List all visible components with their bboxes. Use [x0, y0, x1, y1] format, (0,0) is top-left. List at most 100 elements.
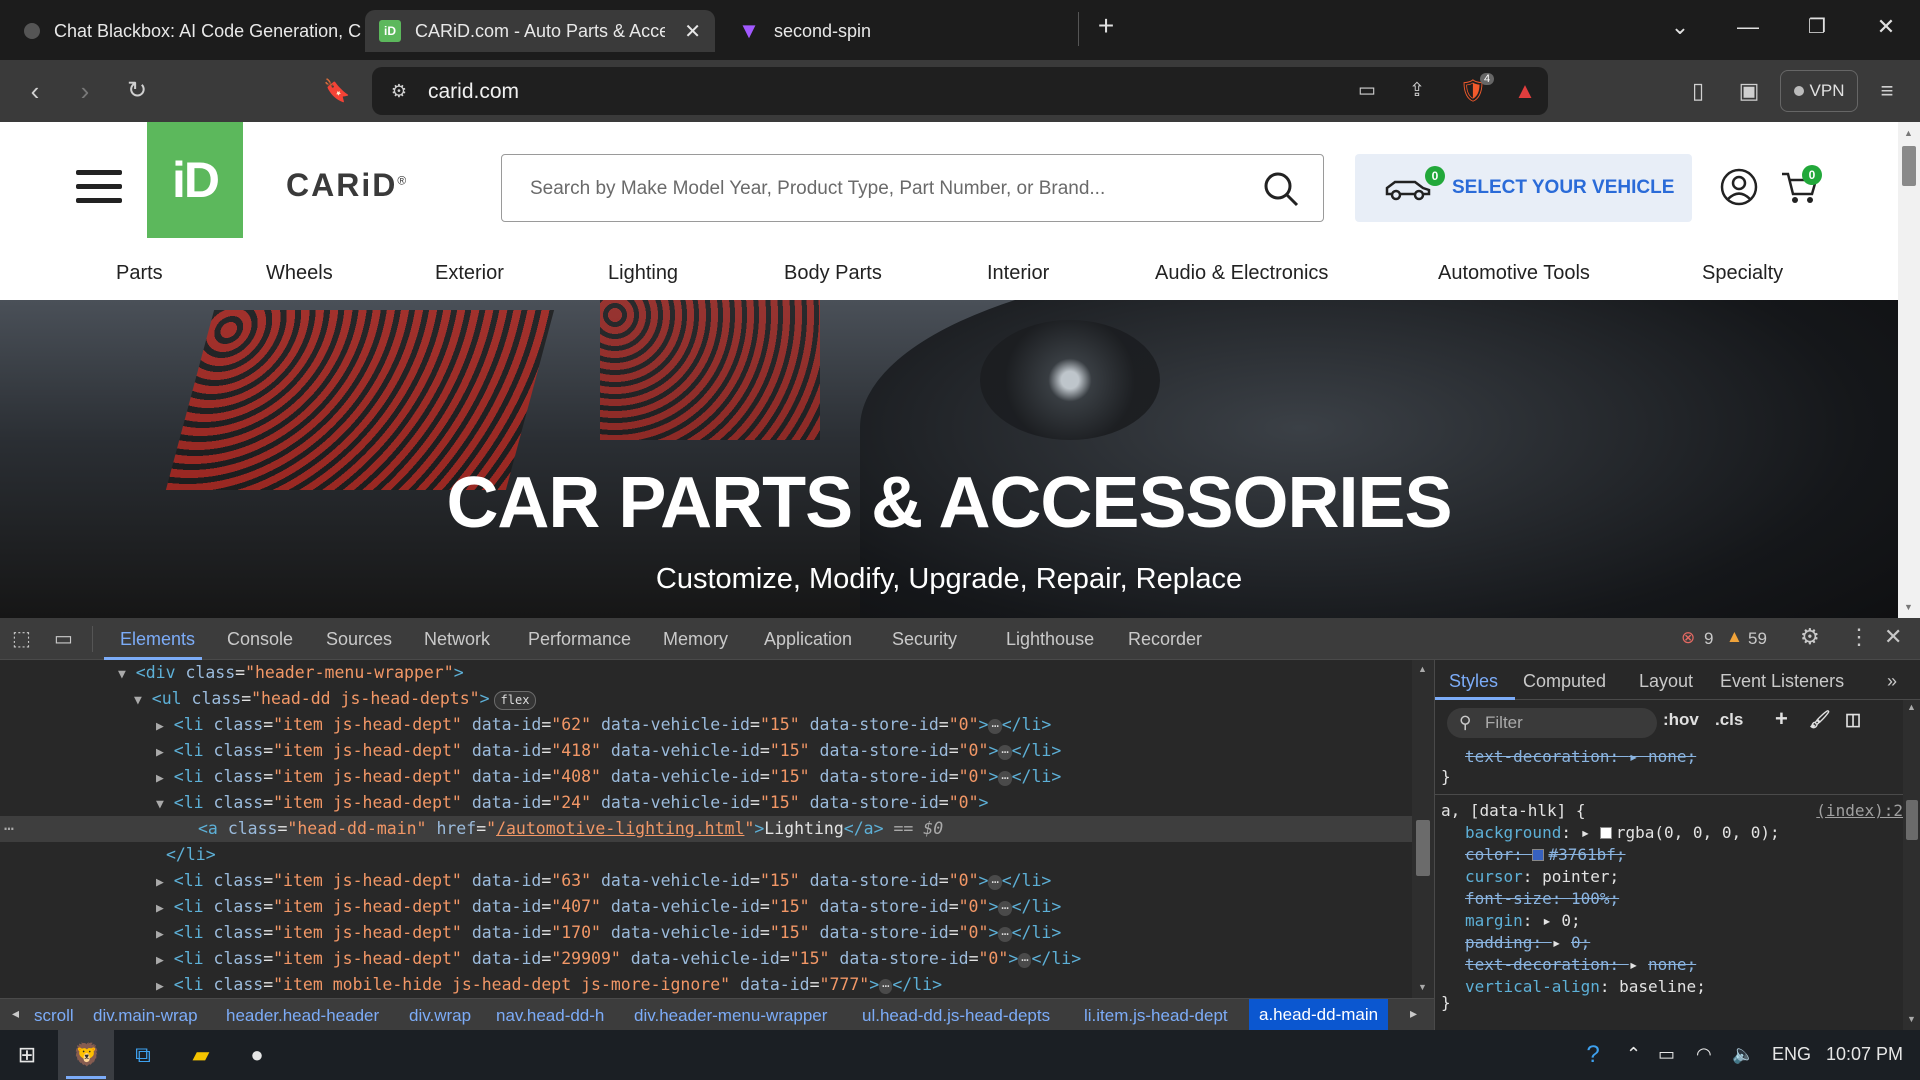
- breadcrumb-left-icon[interactable]: ◂: [12, 1005, 19, 1022]
- dom-node[interactable]: ▶ <li class="item js-head-dept" data-id=…: [0, 764, 1412, 790]
- tab-application[interactable]: Application: [764, 629, 852, 650]
- dom-node[interactable]: ▶ <li class="item js-head-dept" data-id=…: [0, 712, 1412, 738]
- tab-network[interactable]: Network: [424, 629, 490, 650]
- style-prop-padding[interactable]: padding: ▸ 0;: [1435, 932, 1903, 954]
- tab-styles[interactable]: Styles: [1449, 671, 1498, 692]
- styles-filter-input[interactable]: ⚲ Filter: [1447, 708, 1657, 738]
- scroll-up-icon[interactable]: ▲: [1904, 128, 1913, 138]
- elements-scrollbar-thumb[interactable]: [1416, 820, 1430, 876]
- reload-button[interactable]: ↻: [122, 76, 152, 106]
- rule-source-link[interactable]: (index):2: [1816, 800, 1903, 822]
- menu-icon[interactable]: ≡: [1872, 76, 1902, 106]
- rule-selector-line[interactable]: a, [data-hlk] { (index):2: [1435, 800, 1903, 822]
- tab-carid[interactable]: iD CARiD.com - Auto Parts & Acces ✕: [365, 10, 715, 52]
- elements-scrollbar[interactable]: ▲ ▼: [1412, 660, 1434, 998]
- wallet-icon[interactable]: ▣: [1734, 76, 1764, 106]
- more-tabs-icon[interactable]: »: [1887, 671, 1897, 692]
- minimize-button[interactable]: —: [1728, 14, 1768, 40]
- close-window-button[interactable]: ✕: [1866, 14, 1906, 40]
- app-taskbar-icon[interactable]: ●: [240, 1039, 274, 1071]
- nav-automotive-tools[interactable]: Automotive Tools: [1438, 262, 1590, 285]
- breadcrumb-item[interactable]: div.header-menu-wrapper: [634, 1006, 827, 1026]
- scroll-up-icon[interactable]: ▲: [1418, 664, 1427, 674]
- brave-taskbar-icon[interactable]: 🦁: [70, 1039, 104, 1071]
- breadcrumb-right-icon[interactable]: ▸: [1410, 1005, 1417, 1022]
- battery-icon[interactable]: ▭: [1658, 1044, 1675, 1065]
- nav-specialty[interactable]: Specialty: [1702, 262, 1783, 285]
- dom-node-selected[interactable]: ⋯ <a class="head-dd-main" href="/automoti…: [0, 816, 1412, 842]
- clock[interactable]: 10:07 PM: [1826, 1044, 1903, 1065]
- vscode-taskbar-icon[interactable]: ⧉: [126, 1039, 160, 1071]
- dom-node[interactable]: </li>: [0, 842, 1412, 868]
- style-prop-cursor[interactable]: cursor: pointer;: [1435, 866, 1903, 888]
- account-icon[interactable]: [1720, 168, 1758, 206]
- error-icon[interactable]: ⊗: [1681, 628, 1695, 648]
- page-scrollbar[interactable]: ▲ ▼: [1898, 122, 1920, 618]
- style-prop-color[interactable]: color: #3761bf;: [1435, 844, 1903, 866]
- scroll-down-icon[interactable]: ▼: [1904, 602, 1913, 612]
- page-scrollbar-thumb[interactable]: [1902, 146, 1916, 186]
- scroll-down-icon[interactable]: ▼: [1907, 1014, 1916, 1024]
- elements-tree[interactable]: ▼ <div class="header-menu-wrapper"> ▼ <ul…: [0, 660, 1412, 998]
- prop-expand-icon[interactable]: ▸: [1629, 747, 1648, 766]
- sidebar-toggle-icon[interactable]: ▯: [1683, 76, 1713, 106]
- tab-sources[interactable]: Sources: [326, 629, 392, 650]
- paint-brush-icon[interactable]: 🖌: [1809, 710, 1831, 730]
- tab-memory[interactable]: Memory: [663, 629, 728, 650]
- tab-lighthouse[interactable]: Lighthouse: [1006, 629, 1094, 650]
- dom-node[interactable]: ▶ <li class="item js-head-dept" data-id=…: [0, 868, 1412, 894]
- breadcrumb-item[interactable]: nav.head-dd-h: [496, 1006, 604, 1026]
- new-tab-button[interactable]: +: [1086, 10, 1126, 42]
- help-icon[interactable]: ?: [1576, 1039, 1610, 1071]
- nav-audio-electronics[interactable]: Audio & Electronics: [1155, 262, 1328, 285]
- dom-node[interactable]: ▶ <li class="item js-head-dept" data-id=…: [0, 738, 1412, 764]
- nav-body-parts[interactable]: Body Parts: [784, 262, 882, 285]
- dom-node[interactable]: ▼ <ul class="head-dd js-head-depts"> flex: [0, 686, 1412, 712]
- style-prop-margin[interactable]: margin: ▸ 0;: [1435, 910, 1903, 932]
- back-button[interactable]: ‹: [20, 76, 50, 106]
- tab-event-listeners[interactable]: Event Listeners: [1720, 671, 1844, 692]
- cls-toggle[interactable]: .cls: [1715, 710, 1743, 730]
- styles-scrollbar[interactable]: ▲ ▼: [1903, 700, 1920, 1030]
- close-tab-icon[interactable]: ✕: [684, 19, 701, 44]
- select-vehicle-button[interactable]: 0 SELECT YOUR VEHICLE: [1355, 154, 1692, 222]
- new-style-rule-icon[interactable]: +: [1775, 706, 1788, 732]
- warning-icon[interactable]: ▲: [1726, 627, 1743, 647]
- search-icon[interactable]: [1261, 169, 1301, 209]
- sticky-notes-taskbar-icon[interactable]: ▰: [184, 1039, 218, 1071]
- tab-second-spin[interactable]: ▼ second-spin: [724, 10, 1064, 52]
- style-prop-background[interactable]: background: ▸ rgba(0, 0, 0, 0);: [1435, 822, 1903, 844]
- toggle-sidebar-icon[interactable]: ◫: [1845, 710, 1861, 730]
- brave-rewards-icon[interactable]: ▲: [1510, 76, 1540, 106]
- style-prop-text-decoration-prev[interactable]: text-decoration: ▸ none;: [1435, 746, 1903, 768]
- breadcrumb-item[interactable]: ul.head-dd.js-head-depts: [862, 1006, 1050, 1026]
- nav-wheels[interactable]: Wheels: [266, 262, 333, 285]
- bookmark-icon[interactable]: 🔖: [322, 76, 352, 106]
- dom-node[interactable]: ▼ <li class="item js-head-dept" data-id=…: [0, 790, 1412, 816]
- nav-parts[interactable]: Parts: [116, 262, 163, 285]
- breadcrumb-item[interactable]: div.wrap: [409, 1006, 471, 1026]
- tab-layout[interactable]: Layout: [1639, 671, 1693, 692]
- site-settings-icon[interactable]: ⚙: [384, 76, 414, 106]
- settings-gear-icon[interactable]: ⚙: [1800, 624, 1820, 650]
- restore-button[interactable]: ❐: [1797, 14, 1837, 39]
- windows-start-icon[interactable]: ⊞: [10, 1039, 44, 1071]
- more-options-icon[interactable]: ⋮: [1848, 624, 1870, 650]
- address-bar[interactable]: ⚙ carid.com ▭ ⇪ 🛡 4 ▲: [372, 67, 1548, 115]
- scroll-up-icon[interactable]: ▲: [1907, 702, 1916, 712]
- dom-node[interactable]: ▶ <li class="item js-head-dept" data-id=…: [0, 894, 1412, 920]
- volume-icon[interactable]: 🔈: [1732, 1044, 1754, 1065]
- tab-performance[interactable]: Performance: [528, 629, 631, 650]
- breadcrumb-item[interactable]: header.head-header: [226, 1006, 379, 1026]
- breadcrumb-item[interactable]: li.item.js-head-dept: [1084, 1006, 1228, 1026]
- dom-node[interactable]: ▶ <li class="item js-head-dept" data-id=…: [0, 946, 1412, 972]
- device-toolbar-icon[interactable]: ▭: [54, 626, 73, 651]
- style-prop-font-size[interactable]: font-size: 100%;: [1435, 888, 1903, 910]
- tab-recorder[interactable]: Recorder: [1128, 629, 1202, 650]
- breadcrumb-item[interactable]: div.main-wrap: [93, 1006, 198, 1026]
- forward-button[interactable]: ›: [70, 76, 100, 106]
- nav-lighting[interactable]: Lighting: [608, 262, 678, 285]
- search-input[interactable]: [530, 173, 1250, 205]
- hamburger-menu-icon[interactable]: [76, 170, 122, 206]
- dom-node[interactable]: ▶ <li class="item mobile-hide js-head-de…: [0, 972, 1412, 998]
